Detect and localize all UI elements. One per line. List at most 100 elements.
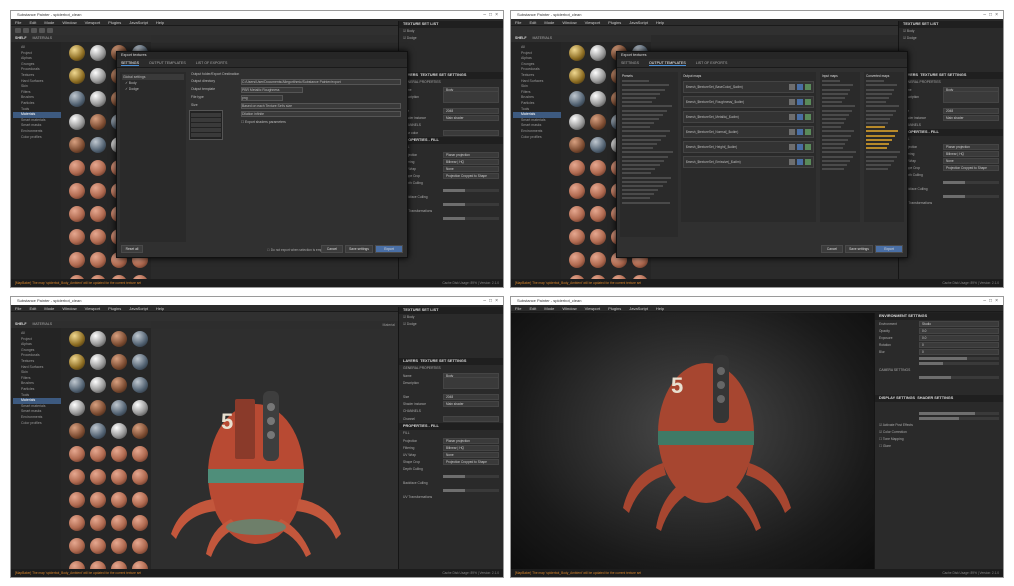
list-item[interactable] bbox=[822, 143, 846, 145]
material-thumbnail[interactable] bbox=[69, 45, 85, 61]
material-thumbnail[interactable] bbox=[90, 137, 106, 153]
material-thumbnail[interactable] bbox=[69, 515, 85, 531]
shelf-category-item[interactable]: Color profiles bbox=[21, 135, 61, 141]
list-item[interactable] bbox=[622, 92, 661, 95]
material-thumbnail[interactable] bbox=[569, 252, 585, 268]
list-item[interactable] bbox=[622, 201, 670, 204]
save-settings-button[interactable]: Save settings bbox=[845, 245, 873, 253]
output-map-row[interactable]: $mesh_$textureSet_Metallic(_$udim) bbox=[683, 111, 814, 123]
list-item[interactable] bbox=[622, 130, 671, 133]
material-thumbnail[interactable] bbox=[111, 469, 127, 485]
list-item[interactable] bbox=[822, 80, 840, 83]
channel-swatch[interactable] bbox=[797, 99, 803, 105]
list-item[interactable] bbox=[866, 168, 889, 171]
slider[interactable] bbox=[443, 189, 499, 192]
material-thumbnail[interactable] bbox=[132, 423, 148, 439]
slider[interactable] bbox=[943, 181, 999, 184]
backface-culling-title[interactable]: Backface Culling bbox=[399, 480, 503, 487]
material-thumbnail[interactable] bbox=[111, 423, 127, 439]
list-item[interactable] bbox=[822, 151, 856, 154]
menu-plugins[interactable]: Plugins bbox=[108, 20, 121, 25]
window-controls[interactable]: –□× bbox=[983, 297, 1001, 305]
channel-swatch[interactable] bbox=[797, 84, 803, 90]
output-map-row[interactable]: $mesh_$textureSet_Emissive(_$udim) bbox=[683, 156, 814, 168]
list-item[interactable] bbox=[822, 113, 850, 116]
tab-export-settings[interactable]: SETTINGS bbox=[121, 61, 139, 66]
export-footer-note[interactable]: ☐ Do not export when selection is empty bbox=[267, 248, 325, 252]
output-map-row[interactable]: $mesh_$textureSet_Roughness(_$udim) bbox=[683, 96, 814, 108]
material-thumbnail[interactable] bbox=[111, 400, 127, 416]
material-thumbnail[interactable] bbox=[132, 469, 148, 485]
window-controls[interactable]: –□× bbox=[483, 297, 501, 305]
depth-culling-title[interactable]: Depth Culling bbox=[899, 172, 1003, 179]
menu-viewport[interactable]: Viewport bbox=[585, 306, 601, 311]
material-thumbnail[interactable] bbox=[569, 114, 585, 130]
list-item[interactable] bbox=[622, 172, 652, 175]
texture-set-item-dodge[interactable]: ☑ Dodge bbox=[399, 321, 503, 328]
slider[interactable] bbox=[443, 489, 499, 492]
material-thumbnail[interactable] bbox=[90, 45, 106, 61]
menu-help[interactable]: Help bbox=[656, 20, 664, 25]
cancel-button[interactable]: Cancel bbox=[821, 245, 843, 253]
projection-tool-icon[interactable] bbox=[31, 28, 37, 33]
material-thumbnail[interactable] bbox=[90, 252, 106, 268]
shelf-category-item[interactable]: Color profiles bbox=[21, 421, 61, 427]
menu-edit[interactable]: Edit bbox=[29, 306, 36, 311]
reset-button[interactable]: Reset all bbox=[121, 245, 143, 253]
material-thumbnail[interactable] bbox=[569, 229, 585, 245]
channel-swatch[interactable] bbox=[797, 159, 803, 165]
list-item[interactable] bbox=[866, 96, 889, 99]
material-thumbnail[interactable] bbox=[90, 183, 106, 199]
paint-tool-icon[interactable] bbox=[15, 28, 21, 33]
material-thumbnail[interactable] bbox=[69, 400, 85, 416]
window-controls[interactable]: –□× bbox=[483, 11, 501, 19]
channel-swatch[interactable] bbox=[797, 129, 803, 135]
material-thumbnail[interactable] bbox=[90, 515, 106, 531]
material-thumbnail[interactable] bbox=[69, 492, 85, 508]
list-item[interactable] bbox=[622, 126, 651, 129]
channel-swatch[interactable] bbox=[805, 84, 811, 90]
channel-swatch[interactable] bbox=[789, 144, 795, 150]
material-thumbnail[interactable] bbox=[132, 400, 148, 416]
tab-shelf[interactable]: SHELF bbox=[515, 36, 526, 40]
clone-tool-icon[interactable] bbox=[47, 28, 53, 33]
texture-set-item-body[interactable]: ☑ Body bbox=[399, 28, 503, 35]
list-item[interactable] bbox=[622, 105, 672, 108]
material-thumbnail[interactable] bbox=[569, 206, 585, 222]
tab-output-templates[interactable]: OUTPUT TEMPLATES bbox=[149, 61, 186, 65]
menu-javascript[interactable]: JavaScript bbox=[629, 306, 648, 311]
list-item[interactable] bbox=[866, 159, 895, 162]
list-item[interactable] bbox=[866, 92, 892, 95]
list-item[interactable] bbox=[866, 109, 897, 112]
export-shaders-checkbox[interactable]: ☐ Export shaders parameters bbox=[241, 120, 401, 124]
slider[interactable] bbox=[919, 417, 999, 420]
list-item[interactable] bbox=[822, 84, 854, 87]
tab-materials[interactable]: MATERIALS bbox=[32, 322, 52, 326]
material-thumbnail[interactable] bbox=[69, 538, 85, 554]
viewport-3d[interactable]: Material 5 bbox=[151, 321, 399, 569]
menu-file[interactable]: File bbox=[515, 306, 521, 311]
texture-set-item-dodge[interactable]: ☑ Dodge bbox=[899, 35, 1003, 42]
channel-swatch[interactable] bbox=[805, 99, 811, 105]
list-item[interactable] bbox=[822, 168, 845, 171]
list-item[interactable] bbox=[866, 101, 886, 104]
material-thumbnail[interactable] bbox=[90, 492, 106, 508]
menu-window[interactable]: Window bbox=[562, 306, 576, 311]
material-thumbnail[interactable] bbox=[69, 183, 85, 199]
material-thumbnail[interactable] bbox=[569, 137, 585, 153]
material-thumbnail[interactable] bbox=[111, 377, 127, 393]
list-item[interactable] bbox=[822, 159, 851, 162]
smudge-tool-icon[interactable] bbox=[39, 28, 45, 33]
list-item[interactable] bbox=[622, 151, 673, 154]
list-item[interactable] bbox=[866, 105, 900, 108]
material-thumbnail[interactable] bbox=[590, 183, 606, 199]
material-thumbnail[interactable] bbox=[590, 206, 606, 222]
list-item[interactable] bbox=[822, 109, 853, 112]
tab-materials[interactable]: MATERIALS bbox=[32, 36, 52, 40]
list-item[interactable] bbox=[822, 105, 856, 108]
slider[interactable] bbox=[443, 217, 499, 220]
material-thumbnail[interactable] bbox=[132, 354, 148, 370]
list-item[interactable] bbox=[622, 88, 665, 91]
texture-set-item-body[interactable]: ☑ Body bbox=[899, 28, 1003, 35]
list-item[interactable] bbox=[622, 189, 659, 192]
